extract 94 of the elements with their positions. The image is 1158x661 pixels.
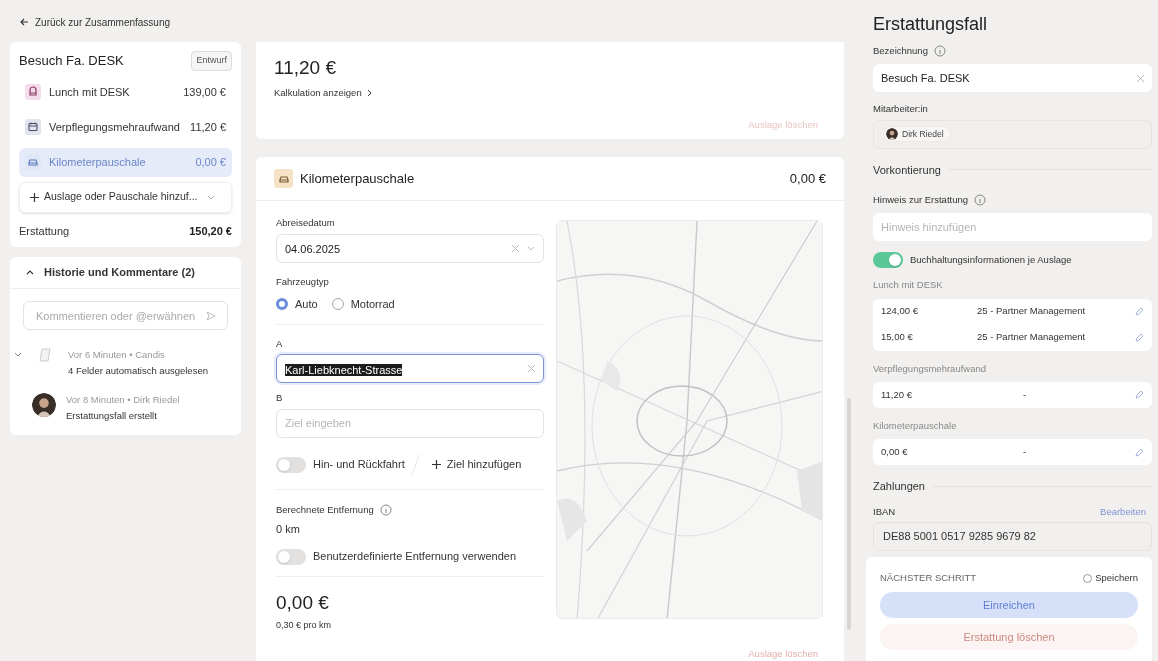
total-amount: 150,20 € (189, 223, 232, 239)
history-toggle[interactable]: Historie und Kommentare (2) (10, 257, 241, 289)
accounting-amount: 11,20 € (881, 387, 913, 402)
close-icon (1137, 74, 1144, 82)
round-trip-toggle[interactable] (276, 456, 306, 473)
toggle-label: Hin- und Rückfahrt (313, 457, 405, 473)
group-label: Lunch mit DESK (873, 278, 943, 293)
expense-item[interactable]: Verpflegungsmehraufwand 11,20 € (19, 112, 232, 142)
pencil-icon (1135, 307, 1144, 316)
group-label: Verpflegungsmehraufwand (873, 361, 987, 376)
plus-icon (30, 192, 39, 202)
tag-icon (38, 348, 52, 362)
back-link[interactable]: Zurück zur Zusammenfassung (10, 0, 241, 42)
field-label: Mitarbeiter:in (873, 102, 928, 117)
entry-text: Erstattungsfall erstellt (66, 408, 158, 423)
cost-center: 25 - Partner Management (977, 304, 1087, 319)
cost-center: - (1022, 387, 1028, 402)
toggle-label: Buchhaltungsinformationen je Auslage (910, 253, 1072, 268)
rate-text: 0,30 € pro km (276, 619, 332, 633)
pencil-icon (1135, 333, 1144, 342)
card-amount: 0,00 € (789, 169, 826, 188)
info-icon (933, 45, 946, 58)
entry-meta: Vor 6 Minuten • Candis (68, 348, 166, 362)
origin-value: Karl-Liebknecht-Strasse (285, 363, 403, 376)
cost-center: - (1022, 444, 1028, 459)
entry-meta: Vor 8 Minuten • Dirk Riedel (66, 392, 180, 407)
field-label: B (276, 391, 284, 406)
pencil-icon (1135, 447, 1144, 457)
comment-field[interactable]: Kommentieren oder @erwähnen (23, 301, 228, 330)
origin-field[interactable]: Karl-Liebknecht-Strasse (276, 354, 544, 384)
chevron-right-icon (366, 88, 372, 97)
radio-option[interactable]: Motorrad (331, 295, 395, 312)
date-value: 04.06.2025 (285, 241, 342, 257)
field-label: IBAN (873, 504, 896, 519)
add-destination-button[interactable]: Ziel hinzufügen (431, 456, 522, 473)
panel-title: Erstattungsfall (873, 13, 988, 36)
destination-field[interactable]: Ziel eingeben (276, 408, 544, 438)
accounting-amount: 15,00 € (881, 330, 914, 345)
accounting-amount: 124,00 € (881, 304, 919, 319)
field-label: Hinweis zur Erstattung (873, 193, 969, 207)
arrow-left-icon (20, 18, 29, 26)
status-badge: Entwurf (191, 51, 232, 71)
chevron-down-icon (14, 352, 22, 357)
mileage-total: 0,00 € (276, 590, 329, 615)
field-label: A (276, 337, 284, 351)
note-field[interactable]: Hinweis hinzufügen (873, 213, 1152, 242)
entry-text: 4 Felder automatisch ausgelesen (68, 364, 208, 379)
employee-chip[interactable]: Dirk Riedel (883, 125, 951, 143)
field-label: Bezeichnung (873, 44, 928, 58)
group-label: Kilometerpauschale (873, 418, 957, 433)
item-label: Verpflegungsmehraufwand (49, 119, 181, 135)
distance-value: 0 km (276, 521, 301, 537)
plus-icon (431, 460, 441, 469)
field-label: Fahrzeugtyp (276, 275, 330, 290)
save-option[interactable]: Speichern (1083, 571, 1138, 586)
avatar-icon (886, 128, 898, 140)
item-amount: 139,00 € (183, 84, 226, 100)
accounting-amount: 0,00 € (881, 444, 909, 459)
radio-option[interactable]: Auto (276, 295, 318, 312)
toggle-label: Benutzerdefinierte Entfernung verwenden (313, 549, 517, 565)
close-icon (528, 365, 535, 373)
chevron-up-icon (26, 270, 34, 275)
send-icon (206, 311, 216, 321)
calculation-link[interactable]: Kalkulation anzeigen (274, 85, 372, 100)
name-field[interactable]: Besuch Fa. DESK (873, 64, 1152, 93)
info-icon (379, 503, 392, 516)
chevron-down-icon (206, 194, 215, 200)
add-expense-button[interactable]: Auslage oder Pauschale hinzuf... (19, 181, 232, 213)
card-title: Kilometerpauschale (300, 169, 416, 188)
total-label: Erstattung (19, 223, 70, 239)
accounting-toggle[interactable] (873, 252, 903, 269)
expected-amount: 11,20 € (274, 56, 336, 80)
item-amount: 11,20 € (190, 119, 226, 135)
item-label: Kilometerpauschale (49, 154, 147, 170)
custom-distance-toggle[interactable] (276, 548, 306, 565)
section-heading: Zahlungen (873, 479, 925, 494)
field-label: Abreisedatum (276, 216, 336, 230)
item-amount: 0,00 € (195, 154, 226, 170)
radio-button[interactable] (276, 297, 288, 310)
field-label: Berechnete Entfernung (276, 502, 374, 517)
date-field[interactable]: 04.06.2025 (276, 234, 544, 264)
case-title: Besuch Fa. DESK (19, 52, 124, 70)
expense-item[interactable]: Lunch mit DESK 139,00 € (19, 77, 232, 107)
iban-value: DE88 5001 0517 9285 9679 82 (883, 529, 1036, 544)
info-icon (974, 194, 987, 207)
close-icon (512, 245, 519, 253)
item-label: Lunch mit DESK (49, 84, 131, 100)
section-heading: Vorkontierung (873, 162, 941, 178)
chevron-down-icon (527, 246, 535, 252)
next-step-label: NÄCHSTER SCHRITT (880, 571, 977, 585)
avatar-icon (32, 392, 56, 417)
cost-center: 25 - Partner Management (977, 330, 1087, 345)
pencil-icon (1135, 390, 1144, 400)
name-value: Besuch Fa. DESK (881, 71, 971, 86)
